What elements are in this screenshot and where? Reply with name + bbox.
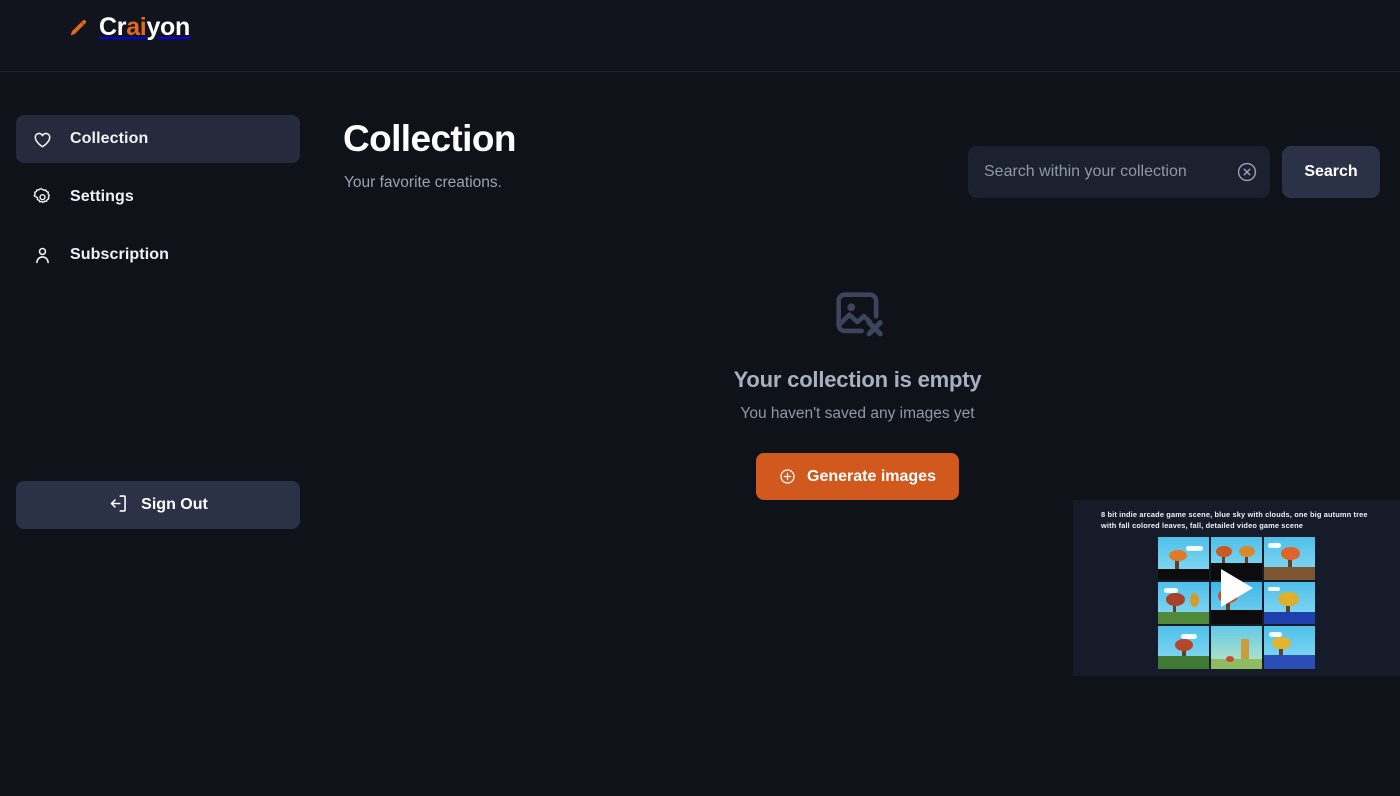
logout-icon	[108, 493, 129, 517]
promo-video-caption: 8 bit indie arcade game scene, blue sky …	[1101, 509, 1373, 532]
search-input[interactable]	[968, 146, 1270, 198]
sign-out-label: Sign Out	[141, 496, 208, 514]
user-icon	[32, 245, 53, 266]
thumbnail-cell	[1158, 537, 1209, 580]
broken-image-icon	[829, 285, 887, 343]
sign-out-button[interactable]: Sign Out	[16, 481, 300, 529]
gear-icon	[32, 187, 53, 208]
search-box	[968, 146, 1270, 198]
main-content: Collection Your favorite creations. Sear…	[315, 73, 1400, 796]
promo-video-card[interactable]: 8 bit indie arcade game scene, blue sky …	[1073, 500, 1400, 676]
thumbnail-cell	[1158, 582, 1209, 625]
plus-circle-icon	[779, 468, 796, 485]
heart-icon	[32, 129, 53, 150]
sidebar: Collection Settings Subscription Sign Ou…	[0, 73, 315, 796]
close-circle-icon[interactable]	[1236, 161, 1258, 183]
pencil-icon	[68, 16, 90, 38]
brand-name-accent: ai	[126, 13, 146, 41]
search-button[interactable]: Search	[1282, 146, 1380, 198]
thumbnail-cell	[1264, 582, 1315, 625]
thumbnail-cell	[1211, 626, 1262, 669]
collection-search: Search	[968, 146, 1380, 198]
brand-name-suffix: yon	[146, 13, 190, 41]
brand-name: Craiyon	[99, 13, 190, 42]
play-icon[interactable]	[1221, 569, 1253, 607]
thumbnail-cell	[1264, 537, 1315, 580]
generate-images-label: Generate images	[807, 468, 936, 486]
page-subtitle: Your favorite creations.	[344, 174, 502, 192]
generate-images-button[interactable]: Generate images	[756, 453, 959, 500]
thumbnail-cell	[1158, 626, 1209, 669]
sidebar-item-settings[interactable]: Settings	[16, 173, 300, 221]
sidebar-item-label: Settings	[70, 188, 134, 206]
sidebar-item-subscription[interactable]: Subscription	[16, 231, 300, 279]
page-title: Collection	[343, 118, 516, 160]
sidebar-item-label: Subscription	[70, 246, 169, 264]
brand-name-prefix: Cr	[99, 13, 126, 41]
sidebar-item-label: Collection	[70, 130, 148, 148]
empty-state-subtitle: You haven't saved any images yet	[740, 405, 974, 423]
top-header: Craiyon Remove BG Pricing Blog Search	[0, 0, 1400, 72]
thumbnail-cell	[1264, 626, 1315, 669]
empty-state-title: Your collection is empty	[734, 367, 982, 393]
empty-state: Your collection is empty You haven't sav…	[315, 285, 1400, 500]
sidebar-item-collection[interactable]: Collection	[16, 115, 300, 163]
brand-logo[interactable]: Craiyon	[68, 10, 190, 44]
